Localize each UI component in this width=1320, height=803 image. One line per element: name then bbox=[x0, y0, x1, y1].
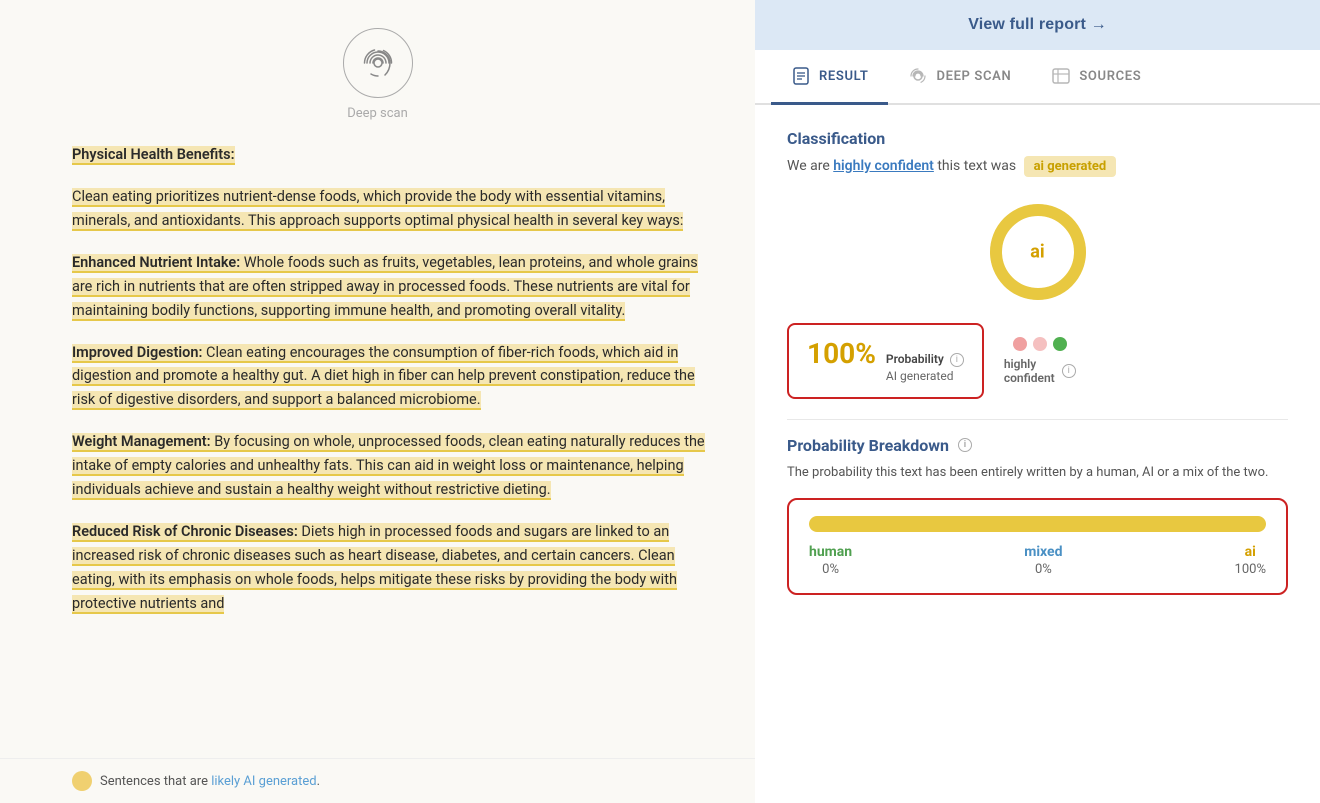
breakdown-human-pct: 0% bbox=[809, 562, 852, 577]
donut-label: ai bbox=[1030, 242, 1044, 263]
fingerprint-icon bbox=[343, 28, 413, 98]
donut-chart-area: ai bbox=[787, 197, 1288, 307]
paragraph-title: Enhanced Nutrient Intake: bbox=[72, 254, 240, 273]
desc-middle: this text was bbox=[934, 158, 1016, 174]
confidence-info-icon[interactable]: i bbox=[1062, 364, 1076, 378]
breakdown-label-human: human 0% bbox=[809, 544, 852, 577]
highly-confident-text: highly confident bbox=[833, 158, 934, 174]
paragraph-title: Improved Digestion: bbox=[72, 344, 202, 363]
breakdown-label-ai: ai 100% bbox=[1235, 544, 1266, 577]
breakdown-bar-track bbox=[809, 516, 1266, 532]
breakdown-desc: The probability this text has been entir… bbox=[787, 463, 1288, 483]
ai-generated-badge: ai generated bbox=[1024, 156, 1117, 177]
prob-desc-subtitle: AI generated bbox=[886, 368, 964, 385]
legend-text: Sentences that are likely AI generated. bbox=[100, 774, 320, 789]
classification-heading: Classification bbox=[787, 129, 1288, 148]
classification-section: Classification We are highly confident t… bbox=[787, 129, 1288, 399]
tab-sources-label: SOURCES bbox=[1079, 69, 1141, 84]
classification-desc: We are highly confident this text was ai… bbox=[787, 156, 1288, 177]
sources-icon bbox=[1051, 66, 1071, 86]
right-content: Classification We are highly confident t… bbox=[755, 105, 1320, 619]
breakdown-ai-pct: 100% bbox=[1235, 562, 1266, 577]
paragraph-title: Reduced Risk of Chronic Diseases: bbox=[72, 523, 298, 542]
deep-scan-tab-icon bbox=[908, 66, 928, 86]
view-full-report-label: View full report → bbox=[968, 16, 1107, 34]
confidence-dots bbox=[1013, 337, 1067, 351]
tab-sources[interactable]: SOURCES bbox=[1031, 50, 1161, 105]
breakdown-label-mixed: mixed 0% bbox=[1024, 544, 1062, 577]
text-content: Physical Health Benefits: Clean eating p… bbox=[0, 133, 755, 753]
paragraph-title: Physical Health Benefits: bbox=[72, 146, 235, 165]
conf-dot-1 bbox=[1013, 337, 1027, 351]
text-content-wrapper: Physical Health Benefits: Clean eating p… bbox=[0, 133, 755, 803]
legend-suffix: . bbox=[317, 774, 320, 789]
desc-prefix: We are bbox=[787, 158, 833, 174]
breakdown-heading: Probability Breakdown i bbox=[787, 436, 1288, 455]
breakdown-heading-text: Probability Breakdown bbox=[787, 436, 949, 455]
probability-box: 100% Probability i AI generated bbox=[787, 323, 984, 399]
breakdown-labels: human 0% mixed 0% ai 100% bbox=[809, 544, 1266, 577]
prob-desc-title: Probability i bbox=[886, 351, 964, 368]
breakdown-bar-fill bbox=[809, 516, 1266, 532]
tab-result[interactable]: RESULT bbox=[771, 50, 888, 105]
donut-chart: ai bbox=[983, 197, 1093, 307]
breakdown-info-icon[interactable]: i bbox=[958, 438, 972, 452]
probability-desc: Probability i AI generated bbox=[886, 351, 964, 385]
deep-scan-label: Deep scan bbox=[347, 106, 408, 121]
probability-percent: 100% bbox=[807, 337, 876, 370]
probability-row: 100% Probability i AI generated bbox=[787, 323, 1288, 399]
tabs-bar: RESULT DEEP SCAN SOURCES bbox=[755, 50, 1320, 105]
breakdown-human-label: human bbox=[809, 544, 852, 560]
left-panel: Deep scan Physical Health Benefits: Clea… bbox=[0, 0, 755, 803]
paragraph-enhanced: Enhanced Nutrient Intake: Whole foods su… bbox=[72, 251, 705, 323]
breakdown-ai-label: ai bbox=[1235, 544, 1266, 560]
paragraph-digestion: Improved Digestion: Clean eating encoura… bbox=[72, 341, 705, 413]
breakdown-mixed-pct: 0% bbox=[1024, 562, 1062, 577]
paragraph-weight: Weight Management: By focusing on whole,… bbox=[72, 430, 705, 502]
deep-scan-header: Deep scan bbox=[0, 0, 755, 133]
paragraph-intro: Clean eating prioritizes nutrient-dense … bbox=[72, 185, 705, 233]
tab-deep-scan-label: DEEP SCAN bbox=[936, 69, 1011, 84]
paragraph-physical-health: Physical Health Benefits: bbox=[72, 143, 705, 167]
conf-dot-3 bbox=[1053, 337, 1067, 351]
probability-info-icon[interactable]: i bbox=[950, 353, 964, 367]
confidence-label: highlyconfident bbox=[1004, 357, 1055, 385]
view-full-report-button[interactable]: View full report → bbox=[755, 0, 1320, 50]
paragraph-chronic: Reduced Risk of Chronic Diseases: Diets … bbox=[72, 520, 705, 616]
result-icon bbox=[791, 66, 811, 86]
paragraph-title: Weight Management: bbox=[72, 433, 211, 452]
prob-title: Probability bbox=[886, 352, 944, 366]
tab-deep-scan[interactable]: DEEP SCAN bbox=[888, 50, 1031, 105]
probability-breakdown-section: Probability Breakdown i The probability … bbox=[787, 436, 1288, 596]
confidence-section: highlyconfident i bbox=[1004, 337, 1076, 385]
conf-dot-2 bbox=[1033, 337, 1047, 351]
paragraph-text: Clean eating prioritizes nutrient-dense … bbox=[72, 188, 683, 231]
right-panel: View full report → RESULT DEEP SCAN bbox=[755, 0, 1320, 803]
section-divider bbox=[787, 419, 1288, 420]
legend-link[interactable]: likely AI generated bbox=[211, 774, 316, 789]
legend-bar: Sentences that are likely AI generated. bbox=[0, 758, 755, 803]
legend-prefix: Sentences that are bbox=[100, 774, 211, 789]
breakdown-mixed-label: mixed bbox=[1024, 544, 1062, 560]
tab-result-label: RESULT bbox=[819, 69, 868, 84]
legend-dot bbox=[72, 771, 92, 791]
breakdown-bar-container: human 0% mixed 0% ai 100% bbox=[787, 498, 1288, 595]
